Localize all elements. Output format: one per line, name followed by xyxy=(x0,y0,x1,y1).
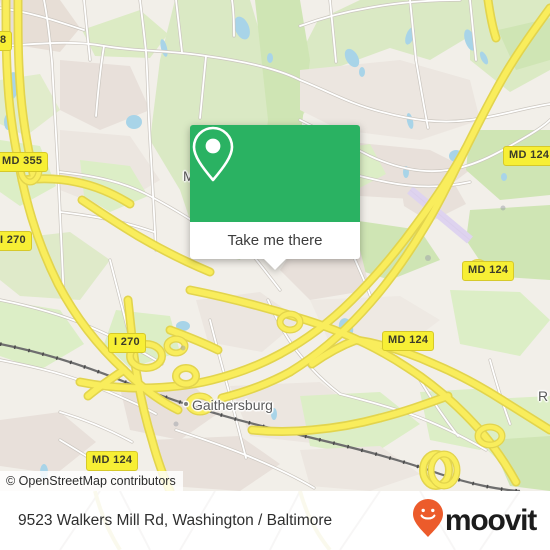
place-dot-gaithersburg xyxy=(184,402,188,406)
place-label-gaithersburg: Gaithersburg xyxy=(192,397,273,413)
take-me-there-button[interactable]: Take me there xyxy=(190,222,360,259)
take-me-there-label: Take me there xyxy=(227,232,323,249)
route-shield-i-270-a[interactable]: I 270 xyxy=(0,231,32,251)
route-shield-md-124-d[interactable]: MD 124 xyxy=(86,451,139,471)
route-shield-i-270-b[interactable]: I 270 xyxy=(108,333,146,353)
popup-tail xyxy=(264,259,286,270)
address-label: 9523 Walkers Mill Rd, Washington / Balti… xyxy=(18,511,333,529)
footer-bar: 9523 Walkers Mill Rd, Washington / Balti… xyxy=(0,491,550,550)
route-shield-md-124-b[interactable]: MD 124 xyxy=(462,261,515,281)
map-screenshot: Gaithersburg M R 8 MD 355 I 270 I 270 MD… xyxy=(0,0,550,550)
map-canvas[interactable]: Gaithersburg M R 8 MD 355 I 270 I 270 MD… xyxy=(0,0,550,491)
map-popup-card[interactable]: Take me there xyxy=(190,125,360,270)
route-shield-md-124-c[interactable]: MD 124 xyxy=(382,331,435,351)
osm-attribution[interactable]: © OpenStreetMap contributors xyxy=(0,471,183,491)
popup-pin-area xyxy=(190,125,360,222)
route-shield-8[interactable]: 8 xyxy=(0,31,13,51)
route-shield-md-355[interactable]: MD 355 xyxy=(0,152,49,172)
route-shield-md-124-a[interactable]: MD 124 xyxy=(503,146,550,166)
moovit-logo[interactable]: moovit xyxy=(412,499,537,542)
moovit-smiley-pin-icon xyxy=(412,499,443,542)
moovit-wordmark: moovit xyxy=(444,503,537,537)
place-label-partial-r: R xyxy=(538,388,549,404)
